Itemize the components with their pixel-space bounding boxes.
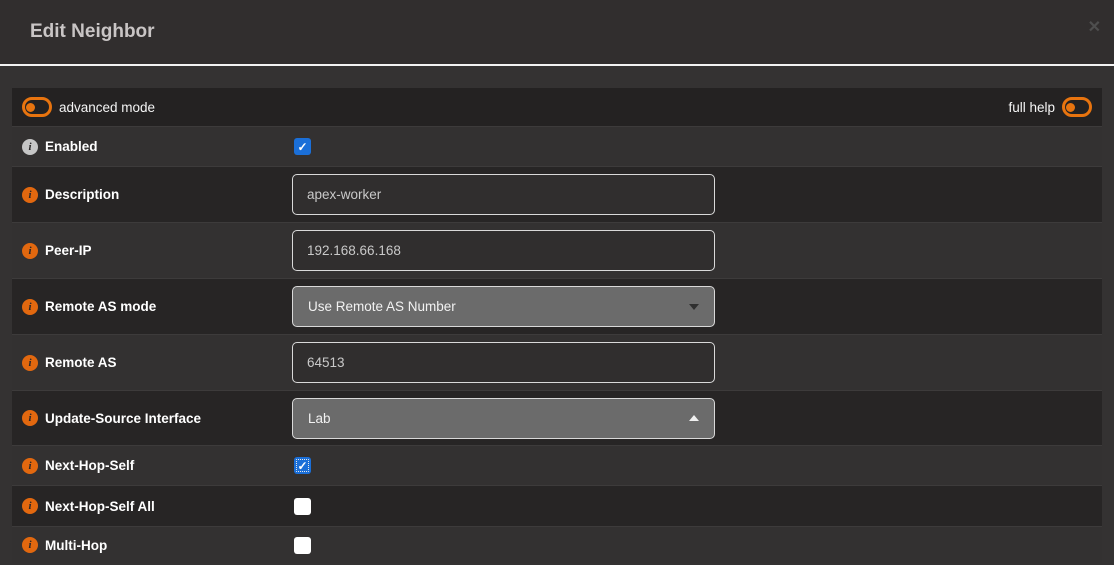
info-icon[interactable]: i xyxy=(22,410,38,426)
caret-down-icon xyxy=(689,304,699,310)
info-icon[interactable]: i xyxy=(22,187,38,203)
selected-option-label: Lab xyxy=(308,411,331,426)
info-icon[interactable]: i xyxy=(22,498,38,514)
remote-as-input[interactable] xyxy=(292,342,715,383)
field-label: Update-Source Interface xyxy=(45,411,201,426)
modal-header: Edit Neighbor ✕ xyxy=(0,0,1114,66)
form-row-peer-ip: i Peer-IP xyxy=(12,222,1102,278)
form-row-enabled: i Enabled ✓ xyxy=(12,126,1102,166)
label-cell: i Next-Hop-Self xyxy=(12,458,292,474)
label-cell: i Enabled xyxy=(12,139,292,155)
next-hop-self-all-checkbox[interactable]: ✓ xyxy=(294,498,311,515)
form-row-next-hop-self: i Next-Hop-Self ✓ xyxy=(12,445,1102,485)
options-bar: advanced mode full help xyxy=(12,88,1102,126)
field-label: Multi-Hop xyxy=(45,538,107,553)
checkmark-icon: ✓ xyxy=(297,141,307,153)
checkmark-icon: ✓ xyxy=(297,460,307,472)
caret-up-icon xyxy=(689,415,699,421)
info-icon[interactable]: i xyxy=(22,299,38,315)
form-row-remote-as-mode: i Remote AS mode Use Remote AS Number xyxy=(12,278,1102,334)
label-cell: i Next-Hop-Self All xyxy=(12,498,292,514)
label-cell: i Peer-IP xyxy=(12,243,292,259)
info-icon[interactable]: i xyxy=(22,355,38,371)
field-label: Description xyxy=(45,187,119,202)
multi-hop-checkbox[interactable]: ✓ xyxy=(294,537,311,554)
advanced-mode-label: advanced mode xyxy=(59,100,155,115)
close-icon[interactable]: ✕ xyxy=(1088,20,1101,36)
info-icon[interactable]: i xyxy=(22,139,38,155)
form-row-description: i Description xyxy=(12,166,1102,222)
enabled-checkbox[interactable]: ✓ xyxy=(294,138,311,155)
description-input[interactable] xyxy=(292,174,715,215)
form-row-multi-hop: i Multi-Hop ✓ xyxy=(12,526,1102,563)
peer-ip-input[interactable] xyxy=(292,230,715,271)
field-label: Next-Hop-Self All xyxy=(45,499,155,514)
info-icon[interactable]: i xyxy=(22,458,38,474)
full-help-toggle-group[interactable]: full help xyxy=(1008,97,1092,117)
field-label: Remote AS mode xyxy=(45,299,156,314)
selected-option-label: Use Remote AS Number xyxy=(308,299,456,314)
modal-title: Edit Neighbor xyxy=(30,21,155,43)
modal-body: advanced mode full help i Enabled ✓ i De… xyxy=(0,66,1114,563)
field-label: Enabled xyxy=(45,139,98,154)
form-row-remote-as: i Remote AS xyxy=(12,334,1102,390)
form-row-next-hop-self-all: i Next-Hop-Self All ✓ xyxy=(12,485,1102,526)
update-source-interface-select[interactable]: Lab xyxy=(292,398,715,439)
info-icon[interactable]: i xyxy=(22,537,38,553)
label-cell: i Multi-Hop xyxy=(12,537,292,553)
field-label: Peer-IP xyxy=(45,243,92,258)
remote-as-mode-select[interactable]: Use Remote AS Number xyxy=(292,286,715,327)
info-icon[interactable]: i xyxy=(22,243,38,259)
label-cell: i Description xyxy=(12,187,292,203)
form-row-update-source-interface: i Update-Source Interface Lab xyxy=(12,390,1102,445)
edit-neighbor-form: advanced mode full help i Enabled ✓ i De… xyxy=(12,88,1102,563)
advanced-mode-toggle-group[interactable]: advanced mode xyxy=(22,97,155,117)
toggle-off-icon[interactable] xyxy=(1062,97,1092,117)
toggle-off-icon[interactable] xyxy=(22,97,52,117)
label-cell: i Update-Source Interface xyxy=(12,410,292,426)
label-cell: i Remote AS mode xyxy=(12,299,292,315)
field-label: Remote AS xyxy=(45,355,117,370)
label-cell: i Remote AS xyxy=(12,355,292,371)
next-hop-self-checkbox[interactable]: ✓ xyxy=(294,457,311,474)
field-label: Next-Hop-Self xyxy=(45,458,134,473)
full-help-label: full help xyxy=(1008,100,1055,115)
